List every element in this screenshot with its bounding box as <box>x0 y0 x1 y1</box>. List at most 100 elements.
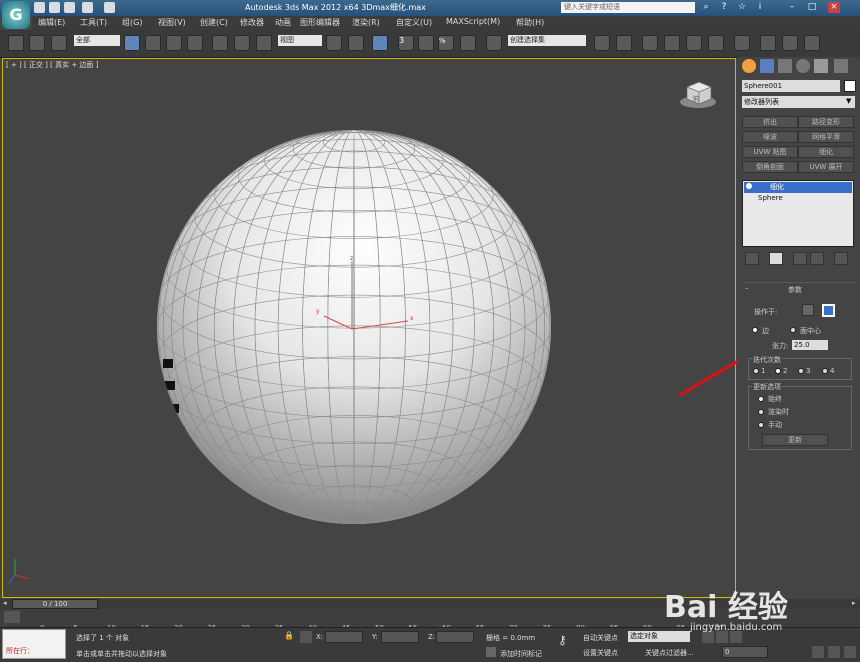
pivot-center-icon[interactable] <box>326 35 342 51</box>
save-file-icon[interactable] <box>64 2 75 13</box>
render-setup-icon[interactable] <box>760 35 776 51</box>
redo-icon[interactable] <box>104 2 115 13</box>
menu-tools[interactable]: 工具(T) <box>80 17 107 28</box>
window-crossing-icon[interactable] <box>187 35 203 51</box>
pin-stack-icon[interactable] <box>745 252 759 265</box>
help-icon[interactable]: ? <box>718 2 730 13</box>
select-by-name-icon[interactable] <box>145 35 161 51</box>
menu-graph-editors[interactable]: 图形编辑器 <box>300 17 340 28</box>
move-icon[interactable] <box>212 35 228 51</box>
menu-animation[interactable]: 动画 <box>275 17 291 28</box>
modifier-list-dropdown[interactable]: 修改器列表 <box>742 96 855 108</box>
slider-prev-icon[interactable]: ◂ <box>3 599 7 607</box>
app-logo-icon[interactable]: G <box>2 1 30 29</box>
rect-selection-icon[interactable] <box>166 35 182 51</box>
modifier-button-unwrap-uvw[interactable]: UVW 展开 <box>798 161 854 173</box>
sphere-object[interactable] <box>157 130 552 534</box>
named-selection-dropdown[interactable]: 创建选择集 <box>508 35 586 46</box>
material-editor-icon[interactable] <box>734 35 750 51</box>
keyboard-shortcut-override-icon[interactable] <box>372 35 388 51</box>
select-object-icon[interactable] <box>124 35 140 51</box>
search-icon[interactable]: ⌕ <box>700 2 712 13</box>
viewcube-icon[interactable]: 前 <box>680 81 716 108</box>
iteration-radio-1[interactable] <box>753 368 759 374</box>
remove-modifier-icon[interactable] <box>810 252 824 265</box>
object-name-field[interactable]: Sphere001 <box>742 80 840 92</box>
stack-item-sphere[interactable]: Sphere <box>744 193 852 204</box>
parameters-title[interactable]: 参数 <box>788 285 802 295</box>
configure-modifier-sets-icon[interactable] <box>834 252 848 265</box>
display-tab-icon[interactable] <box>814 59 828 73</box>
info-icon[interactable]: i <box>754 2 766 13</box>
auto-key-button[interactable]: 自动关键点 <box>583 633 618 643</box>
snaps-toggle-icon[interactable]: 3 <box>398 35 414 51</box>
time-slider-thumb[interactable]: 0 / 100 <box>12 599 98 609</box>
update-manual-radio[interactable] <box>758 422 764 428</box>
render-production-icon[interactable] <box>804 35 820 51</box>
update-button[interactable]: 更新 <box>762 434 828 446</box>
make-unique-icon[interactable] <box>793 252 807 265</box>
iteration-radio-2[interactable] <box>775 368 781 374</box>
undo-icon[interactable] <box>82 2 93 13</box>
stack-item-tessellate[interactable]: 细化 <box>744 182 852 193</box>
reference-coord-dropdown[interactable]: 视图 <box>278 35 322 46</box>
scale-icon[interactable] <box>256 35 272 51</box>
select-manipulate-icon[interactable] <box>348 35 364 51</box>
menu-edit[interactable]: 编辑(E) <box>38 17 65 28</box>
modify-tab-icon[interactable] <box>760 59 774 73</box>
menu-customize[interactable]: 自定义(U) <box>396 17 432 28</box>
key-icon[interactable]: ⚷ <box>558 633 567 647</box>
graphite-tools-icon[interactable] <box>664 35 680 51</box>
edge-radio[interactable] <box>752 327 758 333</box>
modifier-button-extrude[interactable]: 挤出 <box>742 116 798 128</box>
align-icon[interactable] <box>616 35 632 51</box>
mirror-icon[interactable] <box>594 35 610 51</box>
pan-icon[interactable] <box>828 646 840 658</box>
operate-on-polygons-button[interactable] <box>822 304 835 317</box>
new-file-icon[interactable] <box>34 2 45 13</box>
layer-manager-icon[interactable] <box>642 35 658 51</box>
absolute-mode-icon[interactable] <box>300 631 312 643</box>
menu-create[interactable]: 创建(C) <box>200 17 228 28</box>
time-tag-icon[interactable] <box>486 647 496 657</box>
link-icon[interactable] <box>8 35 24 51</box>
unlink-icon[interactable] <box>29 35 45 51</box>
add-time-tag[interactable]: 添加时间标记 <box>500 649 542 659</box>
x-coordinate-field[interactable] <box>325 631 363 643</box>
bind-space-warp-icon[interactable] <box>51 35 67 51</box>
spinner-snap-icon[interactable] <box>460 35 476 51</box>
modifier-button-bevel-profile[interactable]: 倒角剖面 <box>742 161 798 173</box>
menu-maxscript[interactable]: MAXScript(M) <box>446 17 500 26</box>
menu-rendering[interactable]: 渲染(R) <box>352 17 380 28</box>
z-coordinate-field[interactable] <box>436 631 474 643</box>
slider-next-icon[interactable]: ▸ <box>852 599 856 607</box>
tension-spinner[interactable]: 25.0 <box>792 340 828 350</box>
percent-snap-icon[interactable]: % <box>438 35 454 51</box>
create-tab-icon[interactable] <box>742 59 756 73</box>
angle-snap-icon[interactable] <box>418 35 434 51</box>
motion-tab-icon[interactable] <box>796 59 810 73</box>
modifier-button-path-deform[interactable]: 路径变形 <box>798 116 854 128</box>
mini-curve-editor-icon[interactable] <box>4 611 20 623</box>
face-center-radio[interactable] <box>790 327 796 333</box>
utilities-tab-icon[interactable] <box>834 59 848 73</box>
hierarchy-tab-icon[interactable] <box>778 59 792 73</box>
curve-editor-icon[interactable] <box>686 35 702 51</box>
maximize-button[interactable]: □ <box>806 2 818 13</box>
star-icon[interactable]: ☆ <box>736 2 748 13</box>
modifier-on-icon[interactable] <box>746 183 752 189</box>
show-end-result-icon[interactable] <box>769 252 783 265</box>
current-frame-field[interactable]: 0 <box>722 646 768 658</box>
lock-icon[interactable]: 🔒 <box>284 631 294 641</box>
schematic-view-icon[interactable] <box>708 35 724 51</box>
update-always-radio[interactable] <box>758 396 764 402</box>
modifier-button-tessellate[interactable]: 细化 <box>798 146 854 158</box>
selection-filter-dropdown[interactable]: 全部 <box>74 35 120 46</box>
y-coordinate-field[interactable] <box>381 631 419 643</box>
iteration-radio-3[interactable] <box>798 368 804 374</box>
rollout-minus-icon[interactable]: – <box>745 284 749 292</box>
set-key-button[interactable]: 设置关键点 <box>583 648 618 658</box>
search-input[interactable]: 键入关键字或短语 <box>561 2 695 13</box>
close-button[interactable]: × <box>828 2 840 13</box>
minimize-button[interactable]: – <box>786 2 798 13</box>
